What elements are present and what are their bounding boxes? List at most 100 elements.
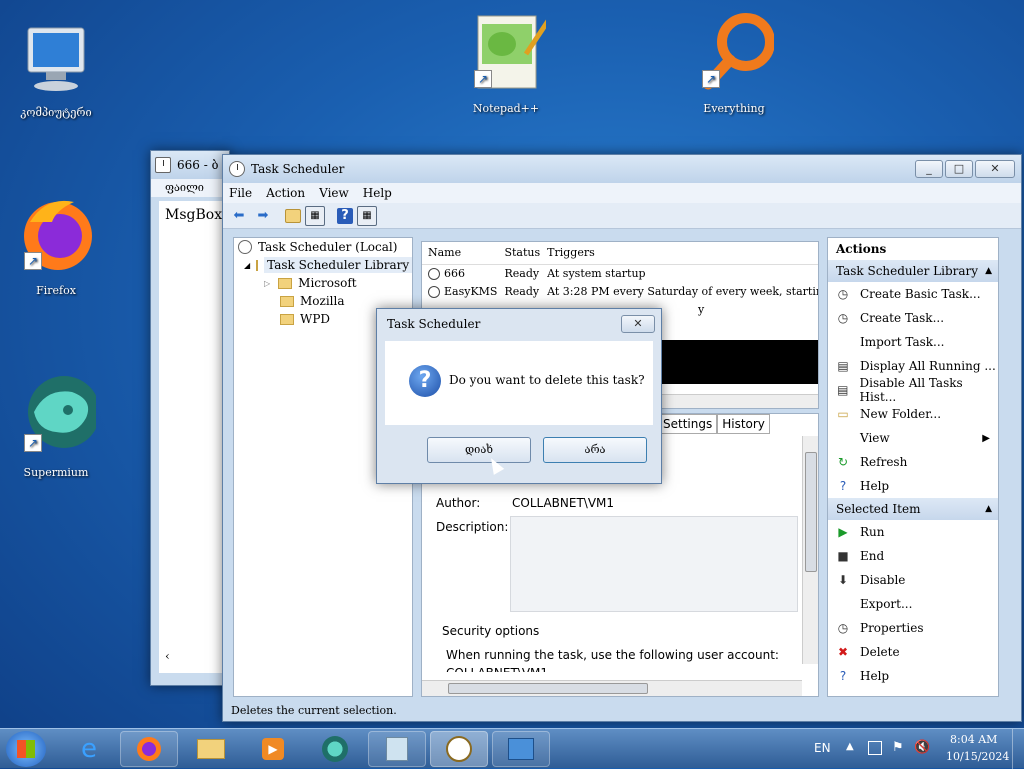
- scrollbar-thumb[interactable]: [805, 452, 817, 572]
- taskbar-supermium[interactable]: [306, 731, 364, 767]
- close-button[interactable]: ✕: [975, 160, 1015, 178]
- tree-library[interactable]: ◢ Task Scheduler Library: [234, 256, 413, 274]
- action-label: Refresh: [860, 455, 908, 469]
- tree-folder-microsoft[interactable]: ▷ Microsoft: [234, 274, 412, 292]
- actions-section-library[interactable]: Task Scheduler Library ▲: [828, 260, 998, 282]
- taskbar-notepad[interactable]: [368, 731, 426, 767]
- desktop-icon-everything[interactable]: ↗ Everything: [684, 10, 784, 115]
- minimize-button[interactable]: _: [915, 160, 943, 178]
- horizontal-scrollbar[interactable]: [422, 680, 802, 696]
- desktop-icon-supermium[interactable]: ↗ Supermium: [6, 374, 106, 479]
- run-icon: ▶: [838, 525, 848, 539]
- action-import-task[interactable]: Import Task...: [828, 330, 998, 354]
- collapse-arrow-icon[interactable]: ▲: [985, 504, 992, 514]
- forward-arrow-icon[interactable]: ➡: [253, 206, 273, 226]
- taskbar-explorer[interactable]: [182, 731, 240, 767]
- yes-button[interactable]: დიახ: [427, 437, 531, 463]
- shortcut-arrow-icon: ↗: [24, 434, 42, 452]
- action-center-flag-icon[interactable]: ⚑: [892, 740, 904, 755]
- show-hidden-icons-icon[interactable]: ▲: [846, 741, 854, 752]
- show-desktop-button[interactable]: [1012, 729, 1024, 769]
- volume-muted-icon[interactable]: 🔇: [914, 740, 930, 755]
- no-button[interactable]: არა: [543, 437, 647, 463]
- desktop-icon-computer[interactable]: კომპიუტერი: [6, 22, 106, 119]
- column-status[interactable]: Status: [498, 242, 542, 265]
- background-window-titlebar[interactable]: 666 - ბ: [151, 151, 229, 179]
- task-row[interactable]: EasyKMS Ready At 3:28 PM every Saturday …: [422, 282, 818, 300]
- show-hide-console-tree-icon[interactable]: ▦: [305, 205, 325, 226]
- start-button[interactable]: [6, 731, 46, 767]
- task-scheduler-titlebar[interactable]: Task Scheduler _ □ ✕: [223, 155, 1021, 183]
- collapse-arrow-icon[interactable]: ▷: [264, 279, 270, 288]
- action-help[interactable]: ? Help: [828, 474, 998, 498]
- toolbar: ⬅ ➡ ▦ ? ▦: [223, 203, 1021, 229]
- description-field[interactable]: [510, 516, 798, 612]
- author-value: COLLABNET\VM1: [512, 496, 615, 510]
- author-label: Author:: [436, 496, 481, 510]
- menu-bar: File Action View Help: [223, 183, 1021, 203]
- desktop-icon-notepadpp[interactable]: ↗ Notepad++: [456, 10, 557, 115]
- dialog-titlebar[interactable]: Task Scheduler ✕: [377, 309, 661, 339]
- action-export[interactable]: Export...: [828, 592, 998, 616]
- tab-history[interactable]: History: [717, 414, 770, 434]
- action-new-folder[interactable]: ▭ New Folder...: [828, 402, 998, 426]
- menu-action[interactable]: Action: [266, 186, 305, 200]
- dialog-close-button[interactable]: ✕: [621, 315, 655, 333]
- taskbar-media-player[interactable]: ▶: [244, 731, 302, 767]
- action-view[interactable]: View ▶: [828, 426, 998, 450]
- task-row[interactable]: 666 Ready At system startup: [422, 264, 818, 282]
- tree-root[interactable]: Task Scheduler (Local): [234, 238, 412, 256]
- help-icon[interactable]: ?: [337, 207, 353, 224]
- scrollbar-thumb[interactable]: [448, 683, 648, 694]
- show-hide-action-pane-icon[interactable]: ▦: [357, 205, 377, 226]
- action-help[interactable]: ? Help: [828, 664, 998, 688]
- background-window[interactable]: 666 - ბ ფაილი MsgBox ‹: [150, 150, 231, 686]
- action-refresh[interactable]: ↻ Refresh: [828, 450, 998, 474]
- media-player-icon: ▶: [262, 738, 284, 760]
- everything-icon: ↗: [694, 10, 775, 90]
- action-disable-all-tasks-hist[interactable]: ▤ Disable All Tasks Hist...: [828, 376, 998, 404]
- action-run[interactable]: ▶ Run: [828, 520, 998, 544]
- taskbar-ie[interactable]: e: [60, 731, 118, 767]
- action-disable[interactable]: ⬇ Disable: [828, 568, 998, 592]
- back-arrow-icon[interactable]: ⬅: [229, 206, 249, 226]
- menu-file[interactable]: File: [229, 186, 252, 200]
- action-delete[interactable]: ✖ Delete: [828, 640, 998, 664]
- maximize-button[interactable]: □: [945, 160, 973, 178]
- action-properties[interactable]: ◷ Properties: [828, 616, 998, 640]
- column-triggers[interactable]: Triggers: [541, 242, 818, 265]
- computer-icon: [16, 22, 96, 102]
- clock-time[interactable]: 8:04 AM: [950, 733, 997, 746]
- dialog-body: ? Do you want to delete this task?: [385, 341, 653, 425]
- background-window-menu[interactable]: ფაილი: [151, 179, 229, 197]
- scroll-left-arrow[interactable]: ‹: [165, 649, 170, 663]
- blank-icon: [836, 431, 850, 445]
- question-icon: ?: [409, 365, 441, 397]
- column-name[interactable]: Name: [422, 242, 499, 265]
- up-folder-icon[interactable]: [285, 208, 301, 223]
- collapse-arrow-icon[interactable]: ▲: [985, 266, 992, 276]
- disable-history-icon: ▤: [837, 383, 849, 397]
- taskbar-firefox[interactable]: [120, 731, 178, 767]
- network-icon[interactable]: [868, 741, 882, 755]
- tab-settings[interactable]: Settings: [658, 414, 718, 434]
- action-end[interactable]: ■ End: [828, 544, 998, 568]
- desktop-icon-firefox[interactable]: ↗ Firefox: [6, 192, 106, 297]
- tree-root-label: Task Scheduler (Local): [258, 240, 398, 254]
- clock-date[interactable]: 10/15/2024: [946, 750, 1009, 763]
- action-display-all-running[interactable]: ▤ Display All Running ...: [828, 354, 998, 378]
- taskbar-task-scheduler[interactable]: [430, 731, 488, 767]
- menu-help[interactable]: Help: [363, 186, 392, 200]
- task-name: EasyKMS: [422, 282, 498, 300]
- delete-confirm-dialog[interactable]: Task Scheduler ✕ ? Do you want to delete…: [376, 308, 662, 484]
- action-label: Help: [860, 669, 890, 683]
- action-create-basic-task[interactable]: ◷ Create Basic Task...: [828, 282, 998, 306]
- actions-section-selected-item[interactable]: Selected Item ▲: [828, 498, 998, 520]
- taskbar-control-panel[interactable]: [492, 731, 550, 767]
- shortcut-arrow-icon: ↗: [702, 70, 720, 88]
- vertical-scrollbar[interactable]: [802, 436, 818, 664]
- language-indicator[interactable]: EN: [814, 741, 831, 755]
- expand-arrow-icon[interactable]: ◢: [244, 261, 250, 270]
- menu-view[interactable]: View: [319, 186, 349, 200]
- action-create-task[interactable]: ◷ Create Task...: [828, 306, 998, 330]
